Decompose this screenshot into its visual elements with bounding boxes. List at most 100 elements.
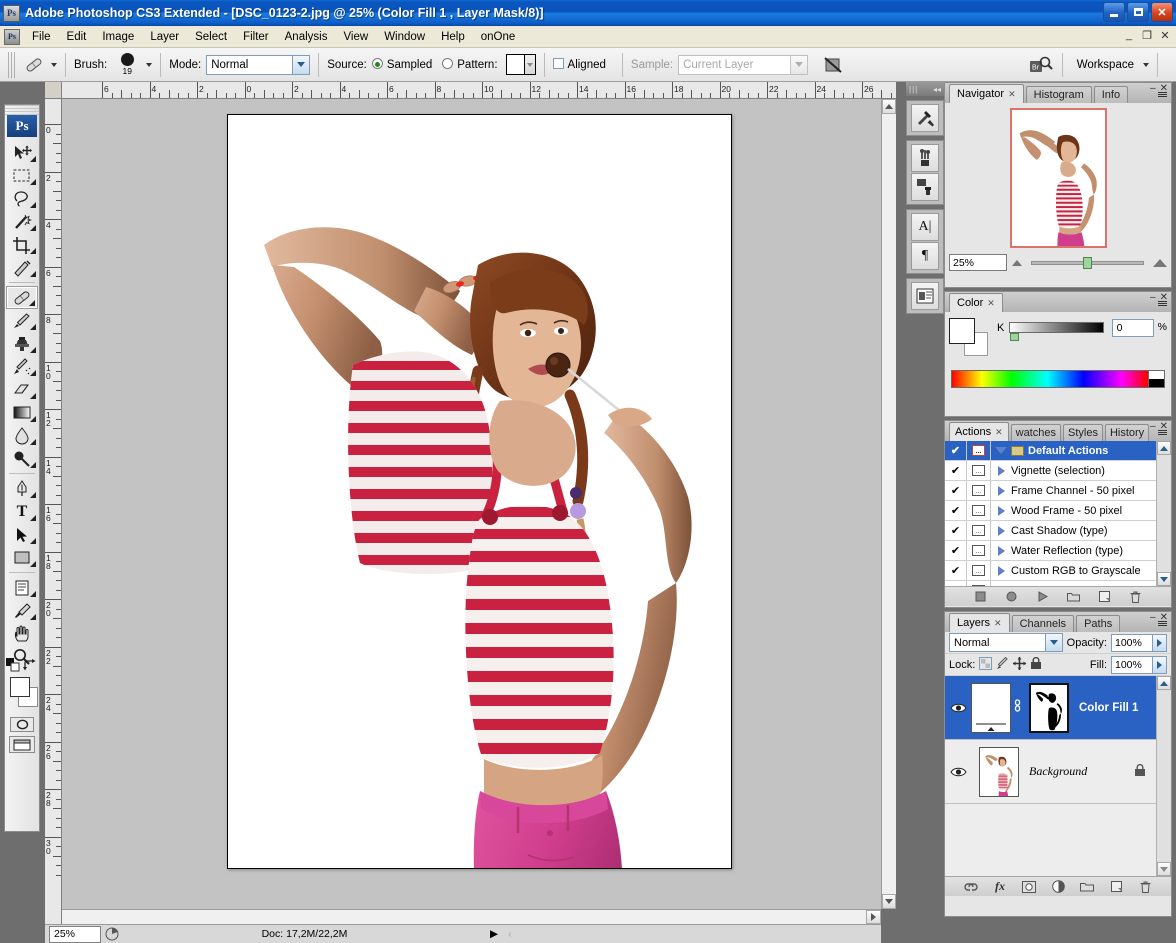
menu-item-filter[interactable]: Filter <box>235 28 277 46</box>
eraser-tool[interactable] <box>6 378 38 401</box>
tab-swatches[interactable]: watches <box>1010 424 1061 441</box>
expand-arrow[interactable] <box>991 545 1011 556</box>
dodge-tool[interactable] <box>6 447 38 470</box>
action-row[interactable]: ✔ ... Custom RGB to Grayscale <box>945 561 1156 581</box>
scroll-up-button[interactable] <box>882 99 896 114</box>
workspace-chevron-icon[interactable] <box>1143 62 1149 67</box>
move-tool[interactable] <box>6 141 38 164</box>
history-brush-tool[interactable] <box>6 355 38 378</box>
fill-value[interactable]: 100% <box>1111 655 1153 674</box>
mdi-minimize-button[interactable]: _ <box>1122 29 1136 42</box>
ignore-adjustment-layers-icon[interactable] <box>820 53 846 77</box>
close-icon[interactable]: ✕ <box>995 427 1003 438</box>
action-row[interactable]: ✔ ... Water Reflection (type) <box>945 541 1156 561</box>
expand-arrow[interactable] <box>991 447 1011 454</box>
healing-brush-icon[interactable] <box>21 53 47 77</box>
pattern-picker[interactable] <box>505 54 536 75</box>
action-toggle-checkbox[interactable]: ✔ <box>945 441 967 460</box>
scroll-up-button[interactable] <box>1157 441 1171 455</box>
tab-actions[interactable]: Actions ✕ <box>949 422 1009 441</box>
swap-colors-icon[interactable] <box>23 659 36 675</box>
lock-position-icon[interactable] <box>1013 656 1027 673</box>
lock-all-icon[interactable] <box>1030 656 1042 673</box>
action-toggle-checkbox[interactable]: ✔ <box>945 521 967 540</box>
layer-row-background[interactable]: Background <box>945 740 1156 804</box>
brush-preview[interactable]: 19 <box>112 53 142 76</box>
close-icon[interactable]: ✕ <box>994 618 1002 629</box>
tab-layers[interactable]: Layers ✕ <box>949 613 1010 632</box>
brush-chevron-icon[interactable] <box>146 62 153 67</box>
ruler-corner[interactable] <box>45 82 62 99</box>
layer-style-icon[interactable]: fx <box>992 879 1008 894</box>
tab-histogram[interactable]: Histogram <box>1025 86 1092 103</box>
action-dialog-toggle[interactable]: ... <box>967 461 991 480</box>
tab-styles[interactable]: Styles <box>1062 424 1103 441</box>
tab-channels[interactable]: Channels <box>1011 615 1075 632</box>
expand-arrow[interactable] <box>991 485 1011 496</box>
foreground-color-swatch[interactable] <box>949 318 975 344</box>
tab-navigator[interactable]: Navigator ✕ <box>949 84 1024 103</box>
hand-tool[interactable] <box>6 622 38 645</box>
aligned-checkbox[interactable]: Aligned <box>552 58 606 71</box>
panel-minimize-icon[interactable]: – <box>1150 421 1156 432</box>
lock-image-pixels-icon[interactable] <box>996 656 1009 673</box>
zoom-in-icon[interactable] <box>1153 258 1167 267</box>
character-panel-icon[interactable]: A| <box>911 213 939 241</box>
brushes-panel-icon[interactable] <box>911 144 939 172</box>
layer-row-color-fill-1[interactable]: Color Fill 1 <box>945 676 1156 740</box>
scroll-down-button[interactable] <box>1157 572 1171 586</box>
navigator-thumbnail[interactable] <box>1009 108 1107 248</box>
fill-slider-arrow[interactable] <box>1153 655 1167 674</box>
status-prev-icon[interactable]: ‹ <box>502 928 518 940</box>
minimize-button[interactable] <box>1103 2 1125 22</box>
layer-name[interactable]: Background <box>1029 764 1087 779</box>
navigator-zoom-field[interactable]: 25% <box>949 254 1007 271</box>
link-layers-icon[interactable] <box>963 880 979 894</box>
panel-menu-icon[interactable] <box>1158 92 1167 97</box>
action-dialog-toggle[interactable]: ... <box>967 481 991 500</box>
menu-item-view[interactable]: View <box>335 28 376 46</box>
panel-menu-icon[interactable] <box>1158 430 1167 435</box>
pen-tool[interactable] <box>6 477 38 500</box>
close-icon[interactable]: ✕ <box>987 298 995 309</box>
gradient-tool[interactable] <box>6 401 38 424</box>
expand-arrow[interactable] <box>991 505 1011 516</box>
new-layer-icon[interactable] <box>1108 880 1124 894</box>
action-dialog-toggle[interactable]: ... <box>967 541 991 560</box>
tab-history[interactable]: History <box>1104 424 1150 441</box>
options-bar-grip[interactable] <box>8 51 15 78</box>
action-toggle-checkbox[interactable]: ✔ <box>945 461 967 480</box>
k-channel-slider[interactable] <box>1009 322 1104 341</box>
navigator-thumbnail-area[interactable] <box>945 103 1171 252</box>
mdi-restore-button[interactable]: ❐ <box>1140 29 1154 42</box>
preview-icon[interactable] <box>101 927 123 941</box>
default-colors-icon[interactable] <box>6 658 20 675</box>
action-toggle-checkbox[interactable]: ✔ <box>945 581 967 586</box>
menu-item-window[interactable]: Window <box>376 28 433 46</box>
slider-knob[interactable] <box>1010 333 1020 341</box>
layer-thumbnail[interactable] <box>971 682 1011 733</box>
eyedropper-tool[interactable] <box>6 599 38 622</box>
toolbox-grip[interactable] <box>5 105 39 115</box>
slice-tool[interactable] <box>6 256 38 279</box>
opacity-control[interactable]: 100% <box>1111 633 1167 652</box>
scroll-down-button[interactable] <box>882 894 896 909</box>
begin-recording-icon[interactable] <box>1004 590 1020 604</box>
action-row[interactable]: ✔ ... Frame Channel - 50 pixel <box>945 481 1156 501</box>
quick-mask-mode-icon[interactable] <box>10 717 34 732</box>
menu-item-layer[interactable]: Layer <box>142 28 187 46</box>
blend-mode-select[interactable]: Normal <box>949 633 1063 652</box>
crop-tool[interactable] <box>6 233 38 256</box>
k-channel-field[interactable]: 0 <box>1111 319 1154 337</box>
layer-mask-thumbnail[interactable] <box>1029 682 1069 733</box>
document-canvas[interactable] <box>227 114 732 869</box>
mask-link-icon[interactable] <box>1011 699 1023 716</box>
layers-list[interactable]: Color Fill 1 Background <box>945 676 1171 876</box>
panel-minimize-icon[interactable]: – <box>1150 612 1156 623</box>
action-row[interactable]: ✔ ... Cast Shadow (type) <box>945 521 1156 541</box>
expand-arrow[interactable] <box>991 525 1011 536</box>
brush-tool[interactable] <box>6 309 38 332</box>
menu-item-file[interactable]: File <box>24 28 59 46</box>
zoom-level-field[interactable]: 25% <box>49 925 101 943</box>
expand-arrow[interactable] <box>991 585 1011 586</box>
